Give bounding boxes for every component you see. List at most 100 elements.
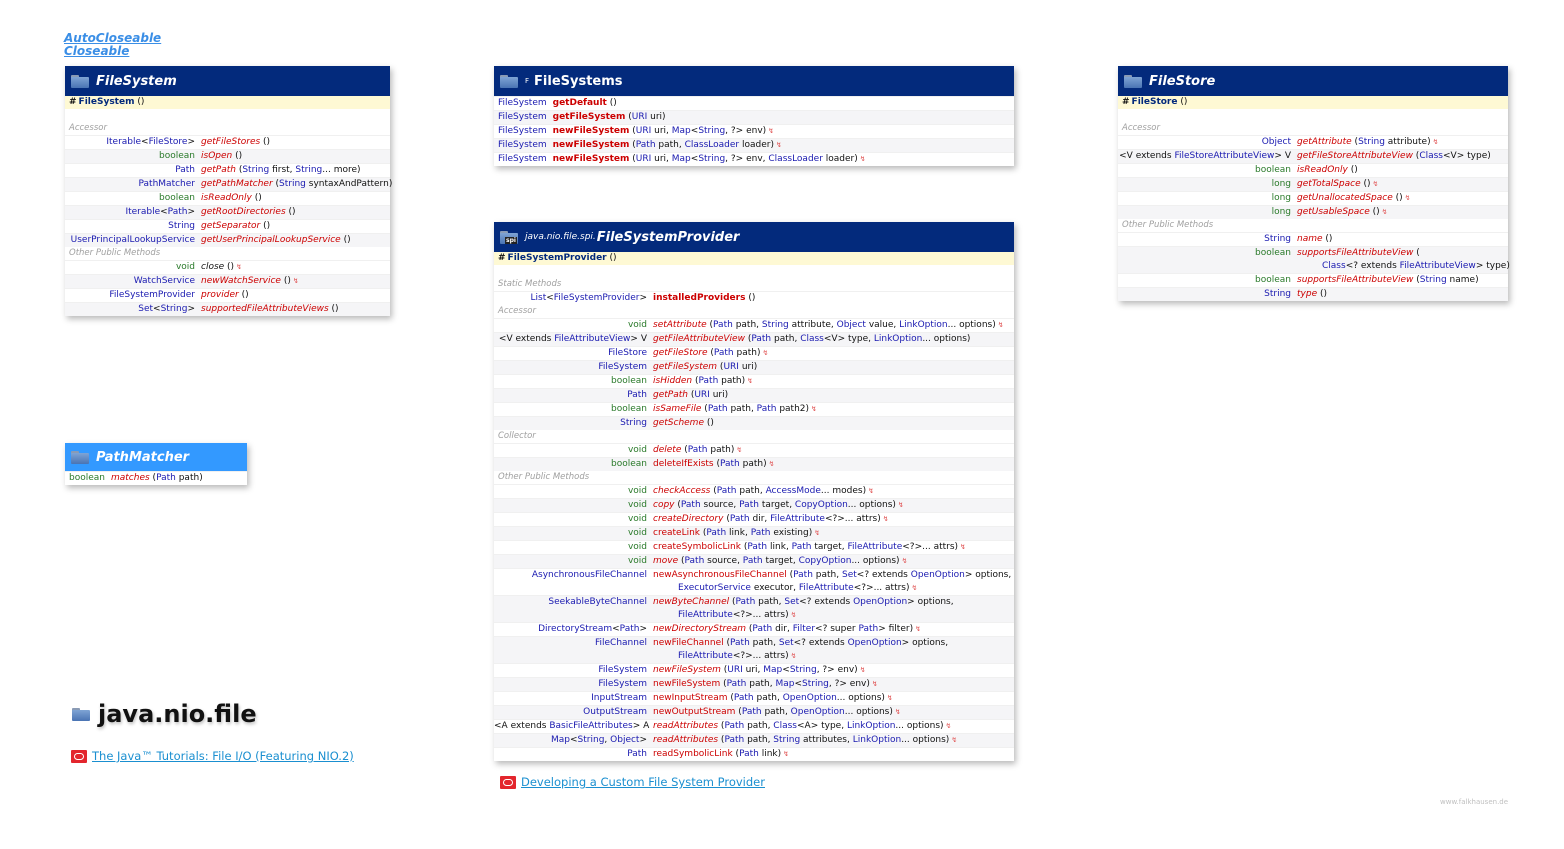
method-name[interactable]: type — [1297, 289, 1317, 299]
method-row[interactable]: OutputStream newOutputStream (Path path, … — [494, 705, 1014, 719]
method-row[interactable]: <V extends FileStoreAttributeView> VgetF… — [1118, 149, 1508, 163]
method-name[interactable]: getFileStores — [201, 137, 260, 147]
method-name[interactable]: newWatchService — [201, 276, 281, 286]
method-name[interactable]: isReadOnly — [201, 193, 252, 203]
method-row[interactable]: void createSymbolicLink (Path link, Path … — [494, 540, 1014, 554]
method-row[interactable]: SeekableByteChannel newByteChannel (Path … — [494, 595, 1014, 622]
method-row[interactable]: String name () — [1118, 232, 1508, 246]
method-name[interactable]: newFileSystem — [553, 140, 630, 150]
method-name[interactable]: isSameFile — [653, 404, 701, 414]
method-name[interactable]: deleteIfExists — [653, 459, 714, 469]
method-name[interactable]: readAttributes — [653, 721, 718, 731]
return-type[interactable]: String — [494, 417, 653, 430]
method-row[interactable]: <A extends BasicFileAttributes> AreadAtt… — [494, 719, 1014, 733]
method-row[interactable]: boolean deleteIfExists (Path path) ↯ — [494, 457, 1014, 471]
return-type[interactable]: boolean — [65, 472, 111, 485]
method-name[interactable]: matches — [111, 473, 150, 483]
return-type[interactable]: PathMatcher — [65, 178, 201, 191]
return-type[interactable]: long — [1118, 206, 1297, 219]
return-type[interactable]: boolean — [1118, 274, 1297, 287]
method-name[interactable]: copy — [653, 500, 675, 510]
method-row[interactable]: FileSystem newFileSystem (URI uri, Map<St… — [494, 663, 1014, 677]
method-name[interactable]: supportedFileAttributeViews — [201, 304, 329, 314]
filestore-header[interactable]: FileStore — [1118, 66, 1508, 96]
filesystemprovider-header[interactable]: spi java.nio.file.spi. FileSystemProvide… — [494, 222, 1014, 252]
method-row[interactable]: String getScheme () — [494, 416, 1014, 430]
method-name[interactable]: createLink — [653, 528, 700, 538]
return-type[interactable]: long — [1118, 192, 1297, 205]
method-row[interactable]: FileSystem newFileSystem (Path path, Clas… — [494, 138, 1014, 152]
return-type[interactable]: Iterable<FileStore> — [65, 136, 201, 149]
return-type[interactable]: FileSystemProvider — [65, 289, 201, 302]
method-row[interactable]: DirectoryStream<Path> newDirectoryStream … — [494, 622, 1014, 636]
method-row[interactable]: WatchService newWatchService () ↯ — [65, 274, 390, 288]
return-type[interactable]: String — [1118, 233, 1297, 246]
return-type[interactable]: FileSystem — [494, 97, 553, 110]
return-type[interactable]: Object — [1118, 136, 1297, 149]
return-type[interactable]: Path — [494, 389, 653, 402]
method-row[interactable]: FileSystemProvider provider () — [65, 288, 390, 302]
method-row[interactable]: boolean supportsFileAttributeView (Class<… — [1118, 246, 1510, 273]
return-type[interactable]: FileSystem — [494, 153, 553, 166]
method-row[interactable]: Path getPath (String first, String... mor… — [65, 163, 390, 177]
method-name[interactable]: provider — [201, 290, 239, 300]
method-row[interactable]: FileSystem newFileSystem (Path path, Map<… — [494, 677, 1014, 691]
return-type[interactable]: FileSystem — [494, 664, 653, 677]
method-name[interactable]: isHidden — [653, 376, 692, 386]
method-name[interactable]: getFileStoreAttributeView — [1297, 151, 1413, 161]
method-row[interactable]: void createLink (Path link, Path existing… — [494, 526, 1014, 540]
method-row[interactable]: boolean isReadOnly () — [65, 191, 390, 205]
method-name[interactable]: newFileSystem — [653, 679, 720, 689]
method-row[interactable]: boolean isSameFile (Path path, Path path2… — [494, 402, 1014, 416]
method-row[interactable]: long getUnallocatedSpace () ↯ — [1118, 191, 1508, 205]
return-type[interactable]: void — [494, 541, 653, 554]
method-name[interactable]: getUserPrincipalLookupService — [201, 235, 341, 245]
return-type[interactable]: void — [494, 499, 653, 512]
method-row[interactable]: String type () — [1118, 287, 1508, 301]
return-type[interactable]: Path — [494, 748, 653, 761]
method-row[interactable]: long getTotalSpace () ↯ — [1118, 177, 1508, 191]
method-name[interactable]: createDirectory — [653, 514, 723, 524]
return-type[interactable]: FileSystem — [494, 678, 653, 691]
return-type[interactable]: <V extends FileAttributeView> V — [494, 333, 653, 346]
method-name[interactable]: supportsFileAttributeView — [1297, 248, 1413, 258]
method-name[interactable]: getFileAttributeView — [653, 334, 745, 344]
method-row[interactable]: FileSystem getFileSystem (URI uri) — [494, 360, 1014, 374]
method-name[interactable]: newFileChannel — [653, 638, 724, 648]
custom-provider-link[interactable]: Developing a Custom File System Provider — [500, 775, 765, 789]
method-name[interactable]: newFileSystem — [553, 154, 630, 164]
return-type[interactable]: boolean — [65, 150, 201, 163]
method-row[interactable]: void delete (Path path) ↯ — [494, 443, 1014, 457]
return-type[interactable]: void — [494, 444, 653, 457]
return-type[interactable]: Path — [65, 164, 201, 177]
method-name[interactable]: readAttributes — [653, 735, 718, 745]
interface-link-closeable[interactable]: Closeable — [64, 45, 129, 58]
method-name[interactable]: getPath — [653, 390, 688, 400]
method-row[interactable]: FileSystem getFileSystem (URI uri) — [494, 110, 1014, 124]
method-name[interactable]: newByteChannel — [653, 597, 729, 607]
return-type[interactable]: FileSystem — [494, 361, 653, 374]
filesystem-header[interactable]: FileSystem — [65, 66, 390, 96]
return-type[interactable]: FileSystem — [494, 111, 553, 124]
filesystems-header[interactable]: F FileSystems — [494, 66, 1014, 96]
method-row[interactable]: Set<String> supportedFileAttributeViews (… — [65, 302, 390, 316]
method-row[interactable]: Map<String, Object> readAttributes (Path … — [494, 733, 1014, 747]
method-name[interactable]: checkAccess — [653, 486, 710, 496]
method-name[interactable]: getFileSystem — [653, 362, 717, 372]
method-row[interactable]: FileChannel newFileChannel (Path path, Se… — [494, 636, 1014, 663]
method-row[interactable]: FileSystem newFileSystem (URI uri, Map<St… — [494, 152, 1014, 166]
method-row[interactable]: boolean supportsFileAttributeView (String… — [1118, 273, 1508, 287]
method-row[interactable]: FileSystem getDefault () — [494, 96, 1014, 110]
method-name[interactable]: getPath — [201, 165, 236, 175]
return-type[interactable]: FileSystem — [494, 125, 553, 138]
constructor-row[interactable]: # FileStore () — [1118, 96, 1508, 109]
return-type[interactable]: long — [1118, 178, 1297, 191]
return-type[interactable]: String — [1118, 288, 1297, 301]
method-row[interactable]: List<FileSystemProvider> installedProvide… — [494, 291, 1014, 305]
return-type[interactable]: <V extends FileStoreAttributeView> V — [1118, 150, 1297, 163]
method-name[interactable]: readSymbolicLink — [653, 749, 733, 759]
return-type[interactable]: boolean — [494, 375, 653, 388]
method-name[interactable]: getUnallocatedSpace — [1297, 193, 1393, 203]
method-name[interactable]: getTotalSpace — [1297, 179, 1361, 189]
return-type[interactable]: WatchService — [65, 275, 201, 288]
